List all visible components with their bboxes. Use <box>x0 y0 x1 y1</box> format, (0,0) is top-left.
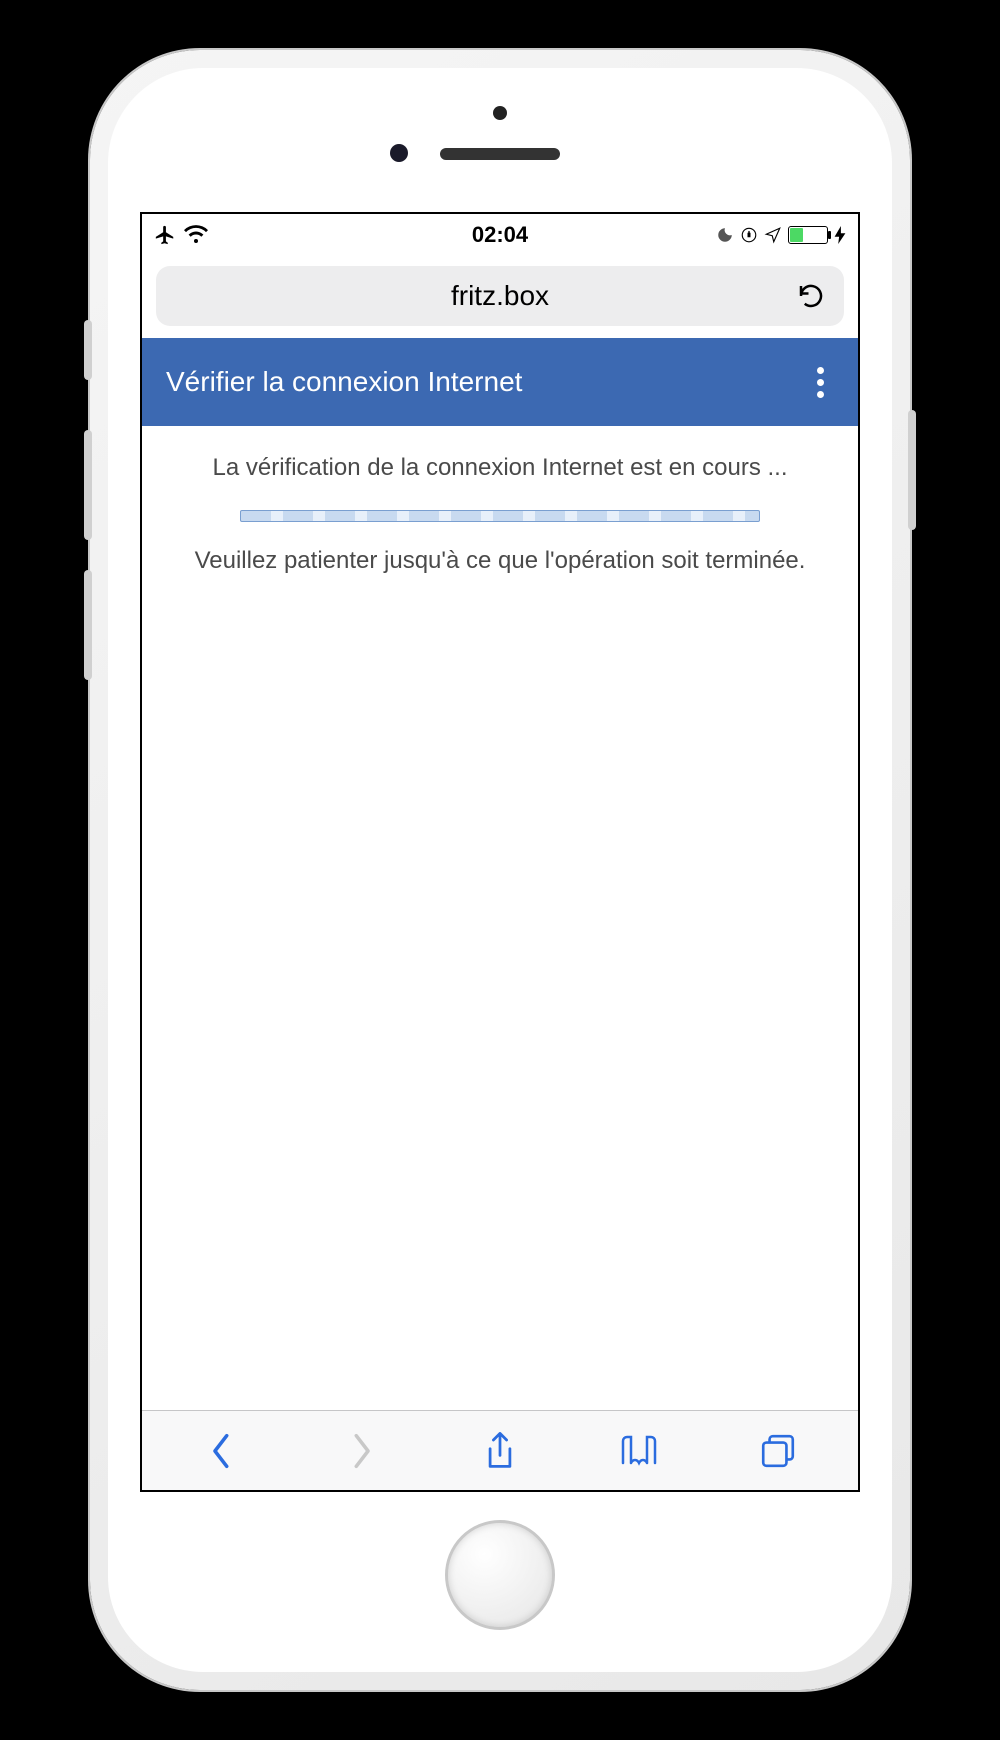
tabs-button[interactable] <box>751 1424 805 1478</box>
bookmarks-button[interactable] <box>612 1424 666 1478</box>
location-icon <box>764 226 782 244</box>
orientation-lock-icon <box>740 226 758 244</box>
share-button[interactable] <box>473 1424 527 1478</box>
app-header: Vérifier la connexion Internet <box>142 338 858 426</box>
screen: 02:04 <box>140 212 860 1492</box>
browser-toolbar <box>142 1410 858 1490</box>
wifi-icon <box>184 225 208 245</box>
address-text: fritz.box <box>451 280 549 312</box>
ios-status-bar: 02:04 <box>142 214 858 256</box>
do-not-disturb-icon <box>716 226 734 244</box>
page-title: Vérifier la connexion Internet <box>166 366 522 398</box>
phone-device-frame: 02:04 <box>90 50 910 1690</box>
front-camera <box>390 144 408 162</box>
main-content: La vérification de la connexion Internet… <box>142 426 858 1410</box>
top-hardware <box>108 68 892 208</box>
volume-up-button <box>84 430 92 540</box>
verification-status-text: La vérification de la connexion Internet… <box>160 454 840 482</box>
volume-down-button <box>84 570 92 680</box>
top-sensor <box>493 106 507 120</box>
more-options-button[interactable] <box>807 357 834 408</box>
phone-bezel: 02:04 <box>108 68 892 1672</box>
airplane-icon <box>154 224 176 246</box>
back-button[interactable] <box>195 1424 249 1478</box>
earpiece-speaker <box>440 148 560 160</box>
power-button <box>908 410 916 530</box>
charging-icon <box>834 226 846 244</box>
progress-bar <box>240 510 760 522</box>
battery-icon <box>788 226 828 244</box>
home-button[interactable] <box>445 1520 555 1630</box>
forward-button[interactable] <box>334 1424 388 1478</box>
wait-instruction-text: Veuillez patienter jusqu'à ce que l'opér… <box>160 544 840 578</box>
reload-icon[interactable] <box>796 281 826 311</box>
status-time: 02:04 <box>472 222 528 248</box>
address-bar[interactable]: fritz.box <box>156 266 844 326</box>
browser-chrome-top: fritz.box <box>142 256 858 338</box>
mute-switch <box>84 320 92 380</box>
